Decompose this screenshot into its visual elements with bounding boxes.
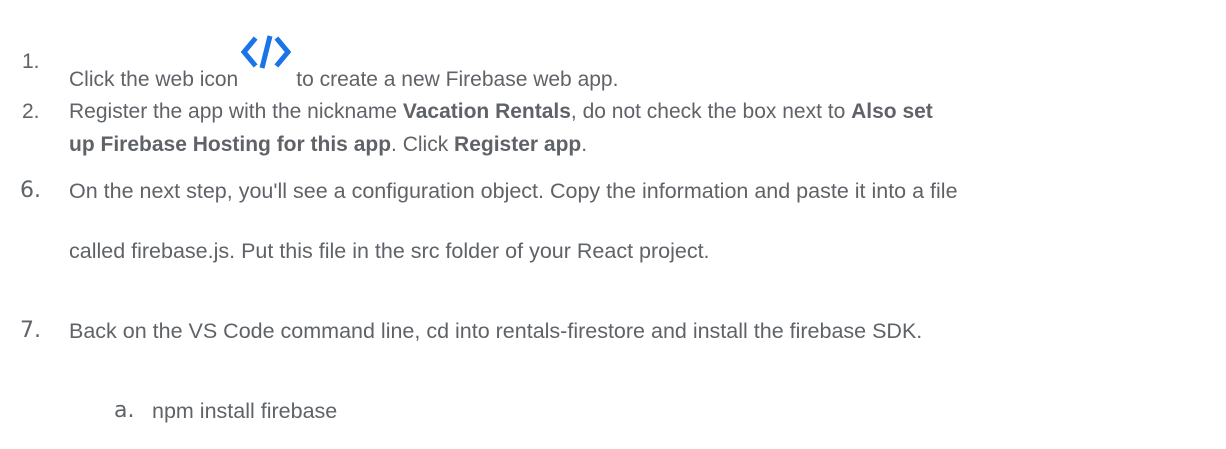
step-text: Back on the VS Code command line, cd int… <box>69 319 923 343</box>
substep-letter: a. <box>114 398 135 423</box>
code-brackets-icon <box>240 32 292 72</box>
step-text-line-2: up Firebase Hosting for this app. Click … <box>69 133 588 156</box>
step-number: 6. <box>20 178 41 203</box>
step-number: 2. <box>22 100 40 123</box>
step-number: 1. <box>22 50 40 73</box>
step-text-line-1: Register the app with the nickname Vacat… <box>69 100 933 123</box>
step-number: 7. <box>20 318 41 343</box>
substep-text: npm install firebase <box>152 399 338 423</box>
step-text: Click the web icon to create a new Fireb… <box>69 35 618 92</box>
step-text-line-2: called firebase.js. Put this file in the… <box>69 239 710 263</box>
step-text-line-1: On the next step, you'll see a configura… <box>69 179 958 203</box>
